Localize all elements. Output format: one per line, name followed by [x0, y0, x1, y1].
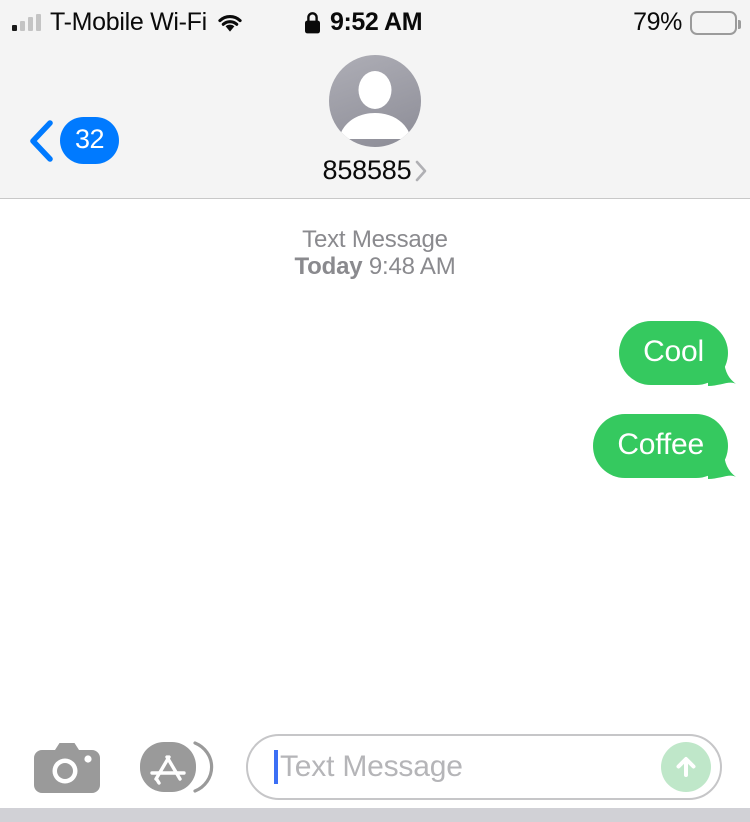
message-input-container[interactable]: Text Message: [246, 734, 722, 800]
message-time-label: 9:48 AM: [368, 252, 456, 280]
status-bar-center: 9:52 AM: [304, 8, 423, 36]
message-compose-toolbar: Text Message: [0, 726, 750, 808]
messages-screen: T-Mobile Wi-Fi 9:52 AM 79% 32 858585 Tex…: [0, 0, 750, 822]
app-store-icon: [140, 741, 214, 793]
conversation-timestamp-header: Text Message Today 9:48 AM: [0, 199, 750, 281]
battery-percent-label: 79%: [633, 8, 682, 36]
bubble-tail-icon: [708, 450, 736, 479]
bubble-tail-icon: [708, 357, 736, 386]
battery-icon: [690, 10, 741, 35]
cellular-signal-icon: [12, 14, 41, 31]
message-bubble[interactable]: Cool: [619, 320, 736, 386]
send-button[interactable]: [661, 742, 711, 792]
home-indicator-strip: [0, 808, 750, 822]
person-avatar-icon: [339, 71, 411, 139]
carrier-label: T-Mobile Wi-Fi: [50, 8, 207, 36]
message-bubble[interactable]: Coffee: [593, 413, 736, 479]
chevron-right-icon: [415, 160, 427, 182]
lock-icon: [304, 11, 321, 34]
message-day-label: Today: [294, 252, 363, 280]
text-cursor: [274, 750, 278, 784]
app-store-button[interactable]: [138, 738, 216, 796]
contact-header[interactable]: 858585: [0, 45, 750, 184]
wifi-icon: [216, 12, 244, 33]
camera-button[interactable]: [34, 740, 100, 794]
message-row: Cool: [0, 320, 750, 386]
message-date-label: Today 9:48 AM: [0, 252, 750, 281]
status-bar-right: 79%: [633, 8, 741, 36]
message-service-label: Text Message: [302, 226, 448, 253]
contact-name: 858585: [322, 155, 412, 185]
navigation-bar: 32 858585: [0, 45, 750, 199]
camera-icon: [34, 743, 100, 793]
arrow-up-icon: [676, 757, 696, 777]
clock-label: 9:52 AM: [330, 8, 423, 36]
message-row: Coffee: [0, 413, 750, 479]
status-bar-left: T-Mobile Wi-Fi: [12, 10, 244, 35]
avatar[interactable]: [329, 55, 421, 147]
message-text: Cool: [643, 334, 704, 368]
status-bar: T-Mobile Wi-Fi 9:52 AM 79%: [0, 0, 750, 45]
conversation-thread[interactable]: Text Message Today 9:48 AM Cool Coffee: [0, 199, 750, 726]
message-text: Coffee: [617, 427, 704, 461]
message-input-placeholder: Text Message: [280, 750, 463, 783]
contact-name-row[interactable]: 858585: [323, 157, 428, 184]
